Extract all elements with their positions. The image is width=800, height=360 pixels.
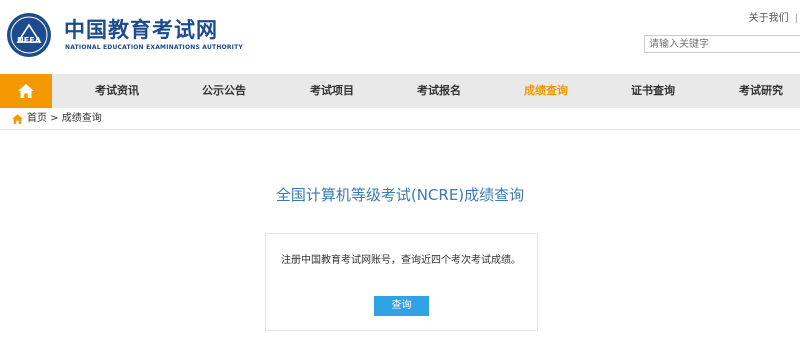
top-links: 关于我们 | [749,9,800,24]
home-icon [18,84,34,98]
nav-item-registration[interactable]: 考试报名 [417,74,461,108]
nav-item-announcements[interactable]: 公示公告 [202,74,246,108]
breadcrumb-text[interactable]: 首页 > 成绩查询 [27,108,102,130]
nav-item-exam-research[interactable]: 考试研究 [739,74,783,108]
nav-item-exam-news[interactable]: 考试资讯 [95,74,139,108]
site-header: NEEA 中国教育考试网 NATIONAL EDUCATION EXAMINAT… [0,0,800,74]
top-link-separator: | [794,13,798,24]
site-name: 中国教育考试网 [64,18,218,42]
neea-logo[interactable]: NEEA [6,12,52,58]
query-card: 注册中国教育考试网账号，查询近四个考次考试成绩。 查询 [265,233,538,331]
query-button[interactable]: 查询 [374,296,429,316]
nav-home-button[interactable] [0,74,52,108]
main-nav: 考试资讯 公示公告 考试项目 考试报名 成绩查询 证书查询 考试研究 [0,74,800,108]
card-description: 注册中国教育考试网账号，查询近四个考次考试成绩。 [281,255,521,266]
about-us-link[interactable]: 关于我们 [749,13,789,24]
home-icon [12,114,23,124]
svg-text:NEEA: NEEA [17,36,42,45]
nav-item-exam-projects[interactable]: 考试项目 [310,74,354,108]
page-title: 全国计算机等级考试(NCRE)成绩查询 [275,186,525,204]
breadcrumb: 首页 > 成绩查询 [0,108,800,130]
site-name-en: NATIONAL EDUCATION EXAMINATIONS AUTHORIT… [65,44,243,51]
search-input[interactable] [644,35,800,53]
nav-item-certificate-query[interactable]: 证书查询 [631,74,675,108]
nav-item-score-query[interactable]: 成绩查询 [524,74,568,108]
